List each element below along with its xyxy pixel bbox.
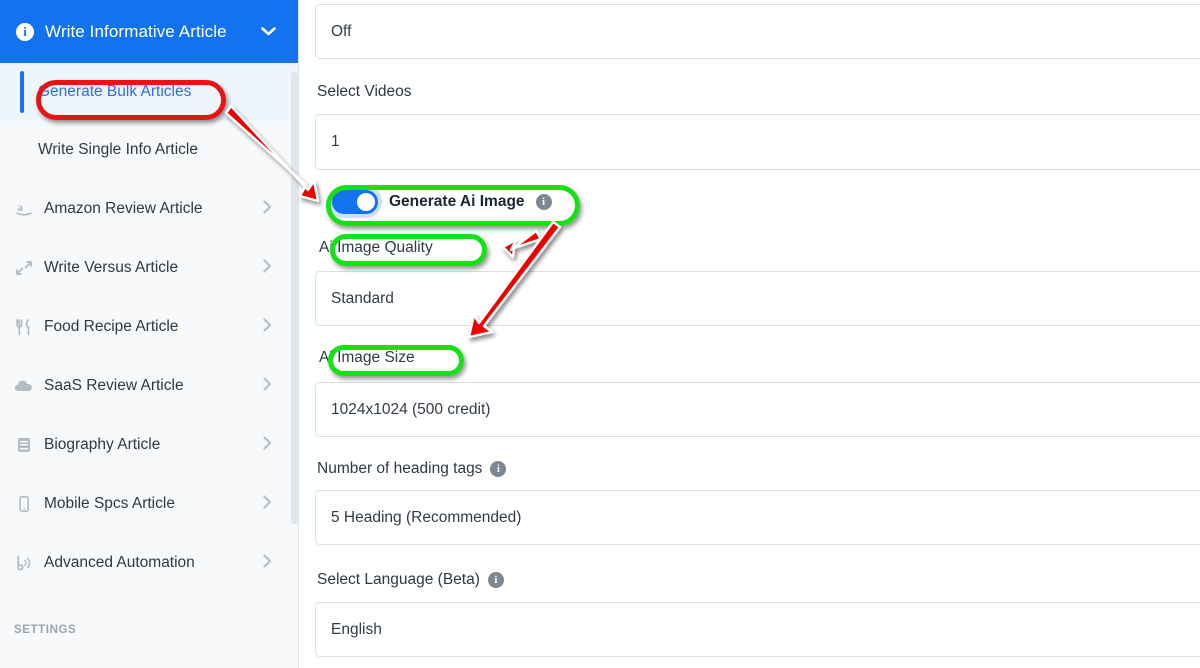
info-circle-icon[interactable]: i	[535, 194, 552, 210]
chevron-right-icon	[263, 377, 272, 394]
generate-ai-image-toggle-row[interactable]: Generate Ai Image i	[332, 190, 552, 214]
toggle-knob	[357, 193, 375, 211]
amazon-icon: a	[12, 200, 36, 218]
select-videos-value: 1	[331, 133, 340, 150]
generate-ai-image-toggle[interactable]	[332, 190, 378, 214]
chevron-right-icon	[263, 259, 272, 276]
sidebar-item-label: Mobile Spcs Article	[44, 494, 175, 512]
sidebar-header-write-informative-article[interactable]: i Write Informative Article	[0, 0, 298, 63]
info-circle-icon: i	[16, 22, 34, 41]
sidebar-body: Generate Bulk Articles Write Single Info…	[0, 63, 298, 668]
sidebar: i Write Informative Article Generate Bul…	[0, 0, 299, 668]
heading-tags-select[interactable]: 5 Heading (Recommended)	[315, 490, 1200, 545]
chevron-right-icon	[263, 200, 272, 217]
sidebar-item-generate-bulk-articles[interactable]: Generate Bulk Articles	[0, 63, 298, 121]
cloud-icon	[12, 377, 36, 395]
chevron-right-icon	[263, 318, 272, 335]
sidebar-scrollbar[interactable]	[291, 72, 298, 524]
sidebar-item-label: Food Recipe Article	[44, 317, 179, 335]
sidebar-item-write-versus-article[interactable]: Write Versus Article	[0, 238, 298, 297]
select-language-value: English	[331, 620, 382, 638]
app-root: i Write Informative Article Generate Bul…	[0, 0, 1200, 668]
sidebar-item-amazon-review-article[interactable]: a Amazon Review Article	[0, 179, 298, 238]
ai-image-size-select[interactable]: 1024x1024 (500 credit)	[315, 382, 1200, 437]
sidebar-item-saas-review-article[interactable]: SaaS Review Article	[0, 356, 298, 415]
sidebar-item-mobile-spcs-article[interactable]: Mobile Spcs Article	[0, 474, 298, 533]
sidebar-item-label: Write Versus Article	[44, 258, 179, 276]
chevron-right-icon	[263, 495, 272, 512]
info-circle-icon[interactable]: i	[490, 461, 507, 477]
versus-arrows-icon	[12, 259, 36, 277]
fork-knife-icon	[12, 318, 36, 336]
chevron-down-icon[interactable]	[261, 24, 284, 39]
off-select[interactable]: Off	[315, 4, 1200, 59]
heading-tags-value: 5 Heading (Recommended)	[331, 508, 522, 526]
sidebar-item-label: Write Single Info Article	[38, 141, 198, 158]
sidebar-header-title: Write Informative Article	[45, 21, 227, 41]
ai-image-quality-select[interactable]: Standard	[315, 271, 1200, 326]
sidebar-item-food-recipe-article[interactable]: Food Recipe Article	[0, 297, 298, 356]
main-form-panel: Off Select Videos 1 Generate Ai Image i …	[299, 0, 1200, 668]
select-language-select[interactable]: English	[315, 602, 1200, 657]
off-select-value: Off	[331, 22, 352, 40]
select-language-label: Select Language (Beta) i	[317, 571, 504, 589]
sidebar-item-label: Advanced Automation	[44, 553, 195, 571]
chevron-right-icon	[263, 554, 272, 571]
mobile-phone-icon	[12, 495, 36, 513]
heading-tags-label: Number of heading tags i	[317, 460, 507, 478]
sidebar-item-label: SaaS Review Article	[44, 376, 184, 394]
book-icon	[12, 436, 36, 454]
ai-image-quality-value: Standard	[331, 289, 394, 307]
select-videos-label: Select Videos	[317, 83, 412, 100]
sidebar-section-settings: SETTINGS	[14, 624, 77, 636]
svg-text:a: a	[17, 200, 23, 214]
info-circle-icon[interactable]: i	[487, 572, 504, 588]
sidebar-item-biography-article[interactable]: Biography Article	[0, 415, 298, 474]
select-videos-select[interactable]: 1	[315, 114, 1200, 170]
ai-image-size-label: Ai Image Size	[319, 349, 415, 366]
sidebar-item-label: Amazon Review Article	[44, 199, 203, 217]
chevron-right-icon	[263, 436, 272, 453]
ai-image-size-value: 1024x1024 (500 credit)	[331, 400, 491, 418]
sidebar-item-write-single-info-article[interactable]: Write Single Info Article	[0, 121, 298, 179]
sidebar-item-advanced-automation[interactable]: Advanced Automation	[0, 533, 298, 592]
generate-ai-image-label: Generate Ai Image	[389, 193, 525, 210]
sidebar-item-label: Generate Bulk Articles	[38, 83, 192, 100]
ai-image-quality-label: Ai Image Quality	[319, 239, 433, 256]
broadcast-icon	[12, 554, 36, 572]
sidebar-item-label: Biography Article	[44, 435, 161, 453]
